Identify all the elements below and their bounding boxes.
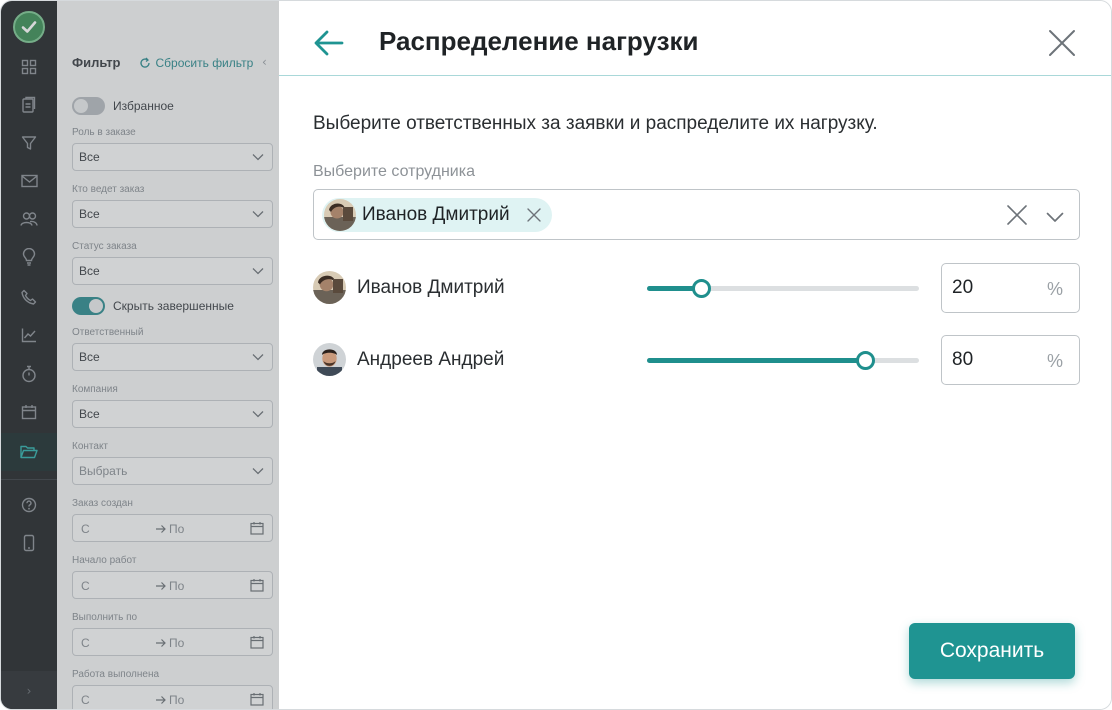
load-percent-value: 80 <box>952 349 974 370</box>
load-distribution-modal: Распределение нагрузки Выберите ответств… <box>279 1 1111 709</box>
multiselect-dropdown-toggle[interactable] <box>1046 208 1064 227</box>
modal-header: Распределение нагрузки <box>279 1 1111 76</box>
close-icon <box>526 208 541 222</box>
app-window: › Фильтр Сбросить фильтр ‹ Избранное Рол… <box>0 0 1112 710</box>
arrow-left-icon <box>314 30 344 56</box>
employee-load-row: Андреев Андрей 80 % <box>313 335 1080 385</box>
slider-thumb[interactable] <box>855 351 875 370</box>
selected-employee-chip-label: Иванов Дмитрий <box>362 204 510 225</box>
remove-chip-button[interactable] <box>526 207 542 223</box>
close-icon <box>1049 30 1075 56</box>
save-button[interactable]: Сохранить <box>909 623 1075 679</box>
clear-selection-button[interactable] <box>1006 204 1028 230</box>
employee-load-row: Иванов Дмитрий 20 % <box>313 263 1080 313</box>
load-percent-value: 20 <box>952 277 974 298</box>
slider-fill <box>647 358 865 363</box>
slider-thumb[interactable] <box>692 279 712 298</box>
chevron-down-icon <box>1046 212 1064 222</box>
modal-backdrop[interactable] <box>1 1 279 709</box>
selected-employee-chip: Иванов Дмитрий <box>322 198 552 232</box>
employee-multiselect[interactable]: Иванов Дмитрий <box>313 189 1080 240</box>
load-percent-input[interactable]: 20 % <box>941 263 1080 313</box>
load-slider[interactable] <box>647 350 919 370</box>
load-slider[interactable] <box>647 278 919 298</box>
avatar <box>313 271 346 304</box>
percent-unit: % <box>1046 279 1063 299</box>
employee-name: Андреев Андрей <box>357 349 505 370</box>
load-percent-input[interactable]: 80 % <box>941 335 1080 385</box>
back-button[interactable] <box>313 29 345 57</box>
employee-name: Иванов Дмитрий <box>357 277 505 298</box>
modal-title: Распределение нагрузки <box>379 26 699 56</box>
close-icon <box>1007 205 1027 225</box>
avatar <box>313 343 346 376</box>
avatar <box>324 199 356 231</box>
employee-select-label: Выберите сотрудника <box>313 163 475 180</box>
close-button[interactable] <box>1048 29 1076 57</box>
modal-intro-text: Выберите ответственных за заявки и распр… <box>313 113 878 134</box>
percent-unit: % <box>1046 351 1063 371</box>
